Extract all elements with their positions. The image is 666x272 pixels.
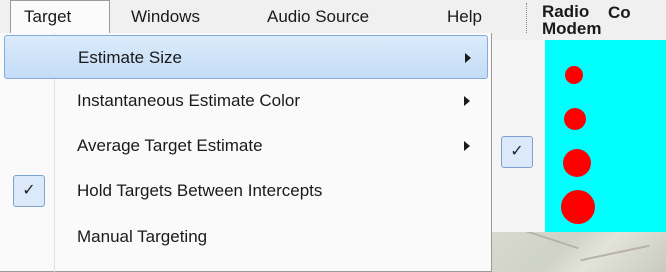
check-icon: ✓ — [13, 175, 45, 207]
submenu-row-extra-large[interactable] — [491, 175, 546, 220]
menubar-separator — [526, 3, 527, 33]
check-icon: ✓ — [501, 136, 533, 168]
menu-item-average-target-estimate[interactable]: Average Target Estimate — [4, 124, 488, 168]
menu-item-label: Estimate Size — [78, 48, 182, 67]
map-background — [490, 228, 666, 272]
menu-item-label: Manual Targeting — [77, 227, 208, 246]
menu-help[interactable]: Help — [434, 0, 495, 34]
menu-item-label: Instantaneous Estimate Color — [77, 91, 301, 110]
menu-item-label: Average Target Estimate — [77, 136, 263, 155]
truncated-column-title: Co — [608, 3, 631, 22]
size-medium-dot-icon[interactable] — [564, 108, 586, 130]
radio-modem-header: Radio Modem Co — [534, 0, 666, 40]
submenu-arrow-icon — [465, 53, 471, 63]
menu-item-label: Hold Targets Between Intercepts — [77, 181, 323, 200]
menu-item-manual-targeting[interactable]: Manual Targeting — [4, 215, 488, 259]
menu-item-hold-targets-between-intercepts[interactable]: ✓ Hold Targets Between Intercepts — [4, 169, 488, 213]
size-extra-large-dot-icon[interactable] — [561, 190, 595, 224]
size-large-dot-icon[interactable] — [563, 149, 591, 177]
submenu-arrow-icon — [464, 141, 470, 151]
menu-item-instantaneous-estimate-color[interactable]: Instantaneous Estimate Color — [4, 79, 488, 123]
target-dropdown-menu: Estimate Size Instantaneous Estimate Col… — [0, 33, 492, 272]
size-small-dot-icon[interactable] — [565, 66, 583, 84]
menu-target[interactable]: Target — [10, 0, 110, 34]
estimate-size-submenu-gutter: ✓ — [490, 40, 546, 232]
estimate-size-submenu — [545, 40, 666, 232]
submenu-row-large[interactable]: ✓ — [491, 130, 546, 175]
menu-audio-source[interactable]: Audio Source — [254, 0, 382, 34]
submenu-row-small[interactable] — [491, 40, 546, 85]
menu-item-estimate-size[interactable]: Estimate Size — [4, 35, 488, 79]
submenu-arrow-icon — [464, 96, 470, 106]
menu-windows[interactable]: Windows — [118, 0, 213, 34]
map-road — [580, 244, 650, 262]
radio-modem-title: Radio Modem — [542, 2, 602, 38]
menu-bar: Target Windows Audio Source Help — [0, 0, 530, 34]
submenu-row-medium[interactable] — [491, 85, 546, 130]
